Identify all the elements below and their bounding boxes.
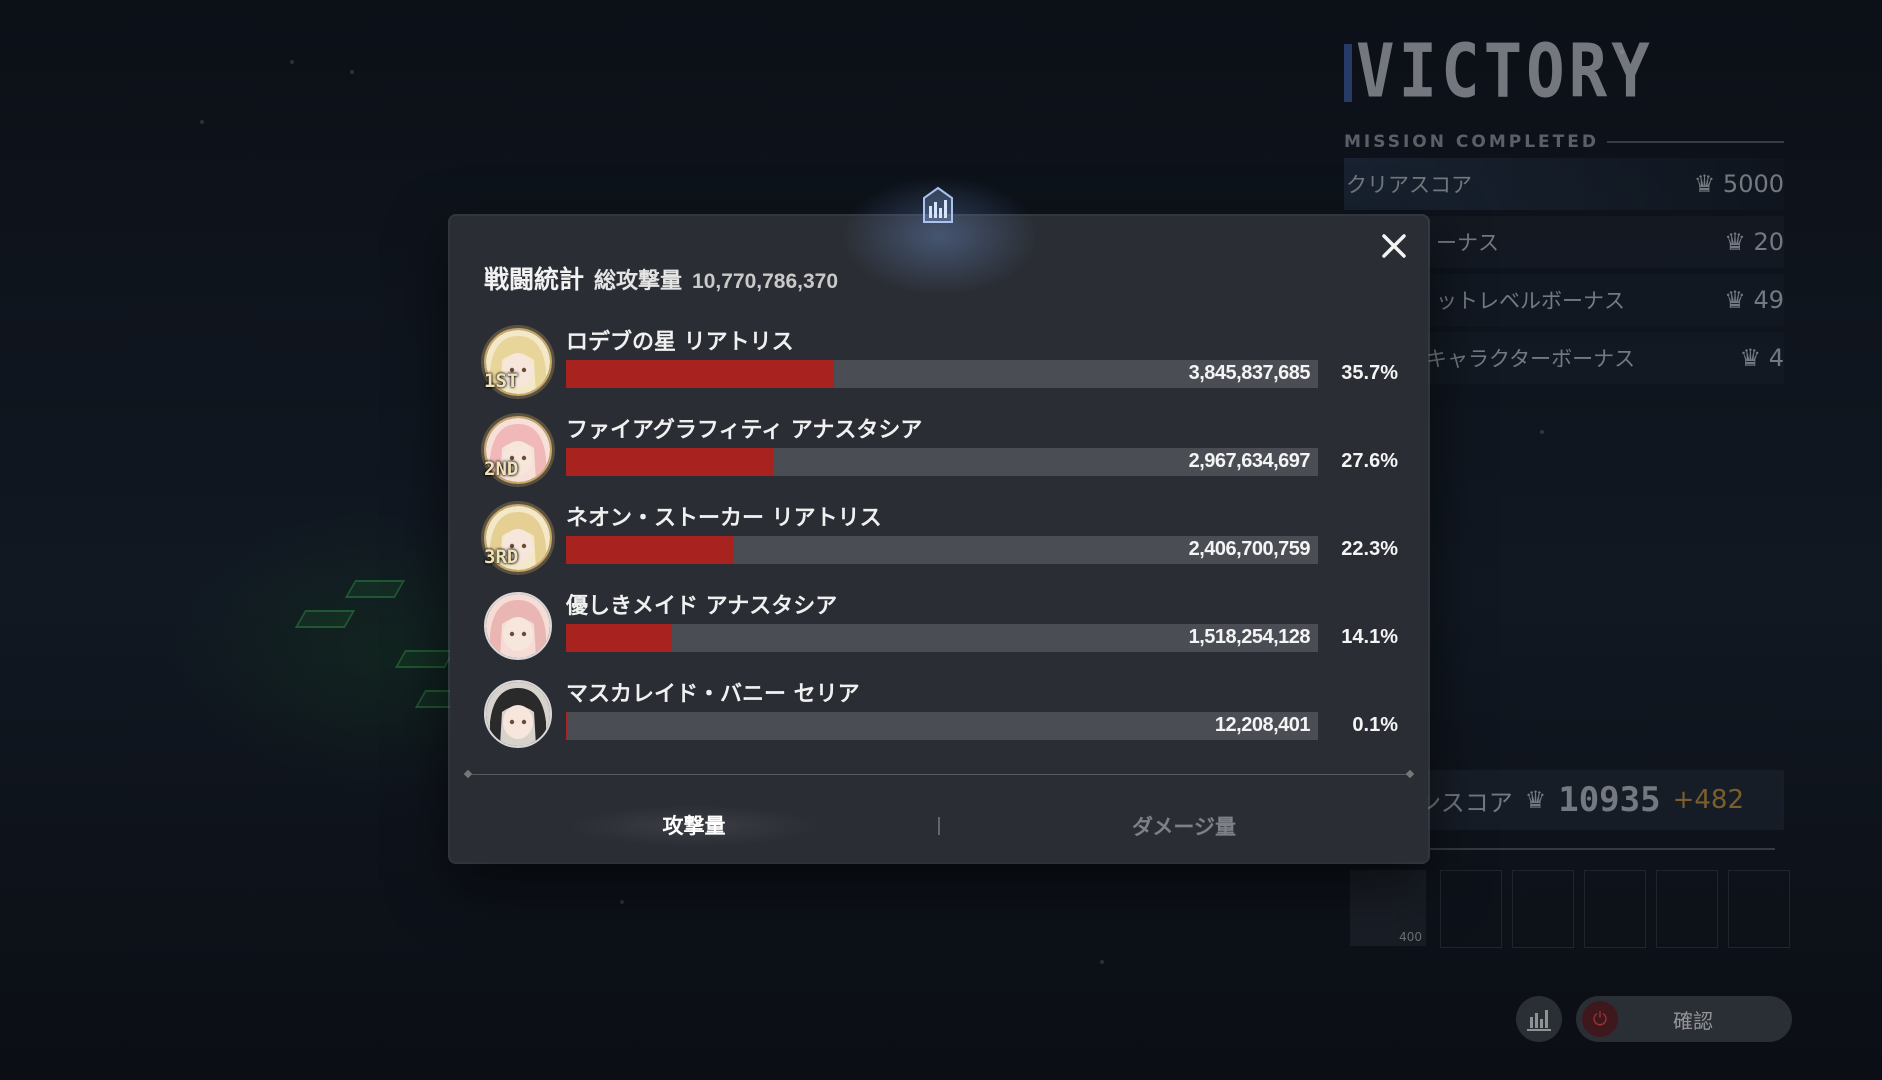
modal-title: 戦闘統計 bbox=[484, 265, 585, 294]
bar-track: 2,406,700,759 bbox=[566, 536, 1318, 564]
floor-tile bbox=[344, 580, 406, 598]
particle bbox=[350, 70, 354, 74]
attack-value-label: 1,518,254,128 bbox=[1188, 626, 1311, 648]
rank-badge: 2ND bbox=[484, 458, 519, 480]
attack-value-label: 12,208,401 bbox=[1214, 714, 1311, 736]
divider bbox=[468, 774, 1410, 775]
rank-badge: 1ST bbox=[484, 370, 519, 392]
victory-title: VICTORY bbox=[1356, 30, 1654, 116]
particle bbox=[1540, 430, 1544, 434]
particle bbox=[200, 120, 204, 124]
score-label: ットレベルボーナス bbox=[1436, 289, 1625, 313]
divider bbox=[1430, 848, 1775, 850]
bar-track: 1,518,254,128 bbox=[566, 624, 1318, 652]
mission-completed-label: MISSION COMPLETED bbox=[1344, 132, 1599, 152]
particle bbox=[1100, 960, 1104, 964]
crest-icon: ♛ bbox=[1693, 170, 1716, 198]
score-value: 20 bbox=[1753, 228, 1784, 256]
attack-value-label: 2,967,634,697 bbox=[1188, 450, 1311, 472]
particle bbox=[290, 60, 294, 64]
bar-track: 3,845,837,685 bbox=[566, 360, 1318, 388]
damage-chart: 1ST ロデブの星 リアトリス 3,845,837,685 35.7% 2ND ファイアグ… bbox=[484, 324, 1404, 764]
reward-slot bbox=[1656, 870, 1718, 948]
score-label: クリアスコア bbox=[1346, 173, 1472, 197]
character-row: マスカレイド・バニー セリア 12,208,401 0.1% bbox=[484, 676, 1404, 764]
bar-track: 2,967,634,697 bbox=[566, 448, 1318, 476]
reward-item[interactable]: 400 bbox=[1350, 870, 1426, 946]
character-name: ファイアグラフィティ アナスタシア bbox=[566, 418, 923, 443]
percent-label: 14.1% bbox=[1341, 626, 1398, 648]
close-icon bbox=[1382, 234, 1406, 258]
character-row: 1ST ロデブの星 リアトリス 3,845,837,685 35.7% bbox=[484, 324, 1404, 412]
bar-fill bbox=[566, 360, 835, 388]
character-name: ロデブの星 リアトリス bbox=[566, 330, 794, 355]
tab-bar: 攻撃量 ダメージ量 bbox=[450, 796, 1428, 856]
crest-icon: ♛ bbox=[1724, 286, 1746, 314]
character-row: 優しきメイド アナスタシア 1,518,254,128 14.1% bbox=[484, 588, 1404, 676]
total-attack-value: 10,770,786,370 bbox=[692, 270, 839, 293]
score-value: 5000 bbox=[1722, 170, 1784, 198]
bar-fill bbox=[566, 624, 673, 652]
reward-slot bbox=[1440, 870, 1502, 948]
reward-count: 400 bbox=[1399, 930, 1422, 944]
percent-label: 35.7% bbox=[1341, 362, 1398, 384]
confirm-button[interactable]: ⏻ 確認 bbox=[1576, 996, 1792, 1042]
percent-label: 0.1% bbox=[1352, 714, 1398, 736]
bar-fill bbox=[566, 712, 567, 740]
character-row: 3RD ネオン・ストーカー リアトリス 2,406,700,759 22.3% bbox=[484, 500, 1404, 588]
reward-slot bbox=[1728, 870, 1790, 948]
stats-button[interactable] bbox=[1516, 996, 1562, 1042]
floor-tile bbox=[394, 650, 456, 668]
bar-chart-icon bbox=[1527, 1010, 1551, 1031]
crest-icon: ♛ bbox=[1739, 344, 1762, 372]
character-avatar bbox=[484, 592, 552, 660]
bottom-buttons: ⏻ 確認 bbox=[1516, 996, 1792, 1042]
crest-icon: ♛ bbox=[1524, 786, 1547, 814]
bar-track: 12,208,401 bbox=[566, 712, 1318, 740]
close-button[interactable] bbox=[1378, 230, 1410, 262]
confirm-label: 確認 bbox=[1673, 1008, 1713, 1033]
particle bbox=[620, 900, 624, 904]
season-score-delta: +482 bbox=[1672, 785, 1744, 815]
bar-fill bbox=[566, 536, 734, 564]
modal-header: 戦闘統計 総攻撃量 10,770,786,370 bbox=[484, 260, 838, 296]
score-row: クリアスコア ♛ 5000 bbox=[1344, 158, 1784, 210]
character-avatar bbox=[484, 680, 552, 748]
score-label: キャラクターボーナス bbox=[1426, 347, 1636, 371]
tab-damage-taken[interactable]: ダメージ量 bbox=[940, 811, 1428, 841]
floor-tile bbox=[294, 610, 356, 628]
bar-fill bbox=[566, 448, 774, 476]
reward-slot bbox=[1584, 870, 1646, 948]
tab-attack-amount[interactable]: 攻撃量 bbox=[450, 796, 938, 856]
score-value: 4 bbox=[1768, 344, 1784, 372]
battle-stats-modal: 戦闘統計 総攻撃量 10,770,786,370 1ST ロデブの星 リアトリス 3… bbox=[450, 176, 1428, 862]
character-name: マスカレイド・バニー セリア bbox=[566, 682, 860, 707]
character-name: 優しきメイド アナスタシア bbox=[566, 594, 838, 619]
score-value: 49 bbox=[1753, 286, 1784, 314]
score-label: ーナス bbox=[1436, 231, 1499, 255]
crest-icon: ♛ bbox=[1724, 228, 1746, 256]
percent-label: 22.3% bbox=[1341, 538, 1398, 560]
attack-value-label: 3,845,837,685 bbox=[1188, 362, 1311, 384]
character-row: 2ND ファイアグラフィティ アナスタシア 2,967,634,697 27.6% bbox=[484, 412, 1404, 500]
victory-accent-bar bbox=[1344, 44, 1352, 102]
power-icon: ⏻ bbox=[1582, 1001, 1618, 1037]
percent-label: 27.6% bbox=[1341, 450, 1398, 472]
attack-value-label: 2,406,700,759 bbox=[1188, 538, 1311, 560]
reward-slot bbox=[1512, 870, 1574, 948]
total-attack-label: 総攻撃量 bbox=[594, 269, 683, 294]
character-name: ネオン・ストーカー リアトリス bbox=[566, 506, 882, 531]
season-score-value: 10935 bbox=[1558, 780, 1661, 820]
rank-badge: 3RD bbox=[484, 546, 519, 568]
mission-completed-header: MISSION COMPLETED bbox=[1344, 132, 1784, 152]
divider bbox=[1606, 141, 1784, 143]
bar-chart-icon bbox=[918, 186, 958, 226]
